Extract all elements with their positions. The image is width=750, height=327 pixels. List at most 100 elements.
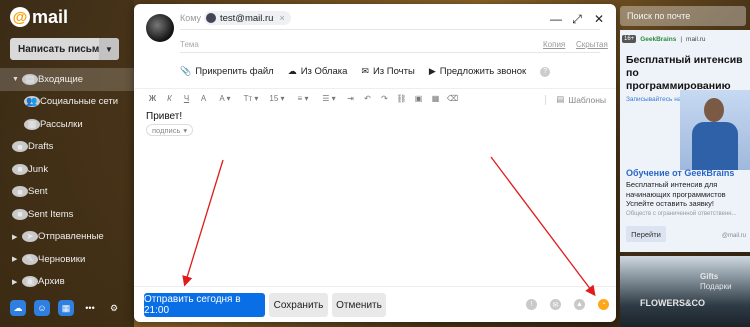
logo-text: mail: [32, 6, 69, 27]
read-receipt-icon[interactable]: ✉: [550, 299, 561, 310]
arrow-to-send-button: [182, 159, 224, 287]
undo-icon[interactable]: ↶: [359, 92, 376, 106]
align-icon[interactable]: ≡ ▾: [290, 92, 316, 106]
bold-icon[interactable]: Ж: [144, 92, 161, 106]
ad-banner[interactable]: 16+ GeekBrains | mail.ru Бесплатный инте…: [620, 30, 750, 252]
storefront-sign: Gifts: [700, 272, 719, 281]
compose-button[interactable]: Написать письмо ▼: [10, 38, 119, 60]
gear-icon[interactable]: ⚙: [106, 300, 122, 316]
signature-select[interactable]: подпись ▾: [146, 124, 194, 136]
save-label: Сохранить: [273, 299, 324, 311]
from-mail-label: Из Почты: [372, 66, 415, 77]
more-icon[interactable]: •••: [82, 300, 98, 316]
attach-file-button[interactable]: 📎 Прикрепить файл: [180, 66, 274, 77]
subject-field[interactable]: Тема: [180, 40, 199, 49]
chevron-right-icon[interactable]: ▶: [12, 255, 22, 263]
chevron-right-icon[interactable]: ▶: [12, 278, 22, 286]
chevron-right-icon[interactable]: ▶: [12, 233, 22, 241]
font-size-select[interactable]: 15 ▾: [264, 92, 290, 106]
invite-call-label: Предложить звонок: [439, 66, 527, 77]
divider-icon: |: [680, 35, 683, 43]
remove-recipient-icon[interactable]: ×: [279, 13, 284, 23]
mail-logo[interactable]: @ mail: [10, 6, 68, 28]
from-cloud-button[interactable]: ☁ Из Облака: [288, 66, 348, 77]
ad-header: 16+ GeekBrains | mail.ru: [620, 30, 750, 48]
message-body[interactable]: Привет!: [146, 111, 182, 122]
send-icon: ➤: [22, 231, 38, 243]
storefront-sign-ru: Подарки: [700, 282, 732, 291]
ad-text: Бесплатный интенсив для начинающих прогр…: [626, 180, 726, 208]
folder-drafts[interactable]: ▶ ✎ Черновики: [0, 248, 134, 271]
priority-icon[interactable]: !: [526, 299, 537, 310]
search-input[interactable]: Поиск по почте: [620, 6, 746, 26]
image-icon[interactable]: ▣: [410, 92, 427, 106]
attach-file-label: Прикрепить файл: [195, 66, 274, 77]
redo-icon[interactable]: ↷: [376, 92, 393, 106]
folder-icon: ■: [12, 141, 28, 153]
reminder-icon[interactable]: ▲: [574, 299, 585, 310]
mail-icon: ✉: [361, 66, 369, 76]
cc-link[interactable]: Копия: [543, 40, 565, 49]
search-placeholder: Поиск по почте: [627, 11, 691, 21]
recipient-email: test@mail.ru: [220, 12, 274, 24]
table-icon[interactable]: ▦: [427, 92, 444, 106]
attach-row: 📎 Прикрепить файл ☁ Из Облака ✉ Из Почты…: [180, 66, 551, 77]
bcc-link[interactable]: Скрытая: [576, 40, 608, 49]
text-color-icon[interactable]: A ▾: [212, 92, 238, 106]
storefront-name: FLOWERS&CO: [640, 298, 705, 308]
contacts-icon[interactable]: ☺: [34, 300, 50, 316]
mail-sidebar: @ mail Написать письмо ▼ ▼ ▤ Входящие 👥 …: [0, 0, 134, 327]
help-icon[interactable]: ?: [540, 66, 551, 77]
folder-newsletters[interactable]: ▦ Рассылки: [0, 113, 134, 136]
folder-social[interactable]: 👥 Социальные сети: [0, 91, 134, 114]
folder-sent[interactable]: ▶ ➤ Отправленные: [0, 226, 134, 249]
calendar-icon[interactable]: ▦: [58, 300, 74, 316]
minimize-icon[interactable]: —: [550, 12, 562, 27]
from-mail-button[interactable]: ✉ Из Почты: [361, 66, 414, 77]
ad-image-banner[interactable]: Gifts Подарки FLOWERS&CO: [620, 256, 750, 327]
to-field[interactable]: [180, 29, 600, 30]
folder-archive[interactable]: ▶ ▣ Архив: [0, 271, 134, 294]
archive-icon: ▣: [22, 276, 38, 288]
folder-sent-en[interactable]: ■ Sent: [0, 181, 134, 204]
to-label: Кому: [180, 13, 202, 23]
recipient-avatar: [206, 13, 216, 23]
folder-icon: ■: [12, 186, 28, 198]
recipient-chip[interactable]: test@mail.ru ×: [204, 11, 291, 25]
ad-go-button[interactable]: Перейти: [626, 226, 666, 242]
folder-icon: ■: [12, 208, 28, 220]
chevron-down-icon[interactable]: ▼: [12, 76, 22, 83]
underline-icon[interactable]: Ч: [178, 92, 195, 106]
link-icon[interactable]: ⛓: [393, 92, 410, 106]
folder-inbox[interactable]: ▼ ▤ Входящие: [0, 68, 134, 91]
templates-button[interactable]: ▤ Шаблоны: [545, 94, 606, 105]
chevron-down-icon: ▾: [183, 125, 188, 135]
ad-mark: @mail.ru: [721, 233, 746, 239]
folder-junk[interactable]: ■ Junk: [0, 158, 134, 181]
save-button[interactable]: Сохранить: [269, 293, 328, 317]
cloud-icon[interactable]: ☁: [10, 300, 26, 316]
invite-call-button[interactable]: ▶ Предложить звонок: [429, 66, 526, 77]
list-icon[interactable]: ☰ ▾: [316, 92, 342, 106]
folder-label: Архив: [38, 276, 65, 288]
ad-title: Бесплатный интенсив по программированию: [626, 54, 743, 92]
cancel-button[interactable]: Отменить: [332, 293, 386, 317]
folder-label: Черновики: [38, 253, 86, 265]
indent-icon[interactable]: ⇥: [342, 92, 359, 106]
text-style-icon[interactable]: A: [195, 92, 212, 106]
clock-icon[interactable]: ◔: [598, 299, 609, 310]
cancel-label: Отменить: [336, 299, 382, 311]
italic-icon[interactable]: К: [161, 92, 178, 106]
font-icon[interactable]: Tт ▾: [238, 92, 264, 106]
from-cloud-label: Из Облака: [300, 66, 348, 77]
font-size-value: 15: [269, 94, 279, 103]
folder-icon: ■: [12, 163, 28, 175]
clear-format-icon[interactable]: ⌫: [444, 92, 461, 106]
close-icon[interactable]: ✕: [594, 12, 604, 27]
chevron-down-icon[interactable]: ▼: [99, 38, 119, 60]
age-tag: 16+: [622, 35, 637, 43]
folder-drafts-en[interactable]: ■ Drafts: [0, 136, 134, 159]
folder-sent-items[interactable]: ■ Sent Items: [0, 203, 134, 226]
expand-icon[interactable]: ⤢: [572, 12, 582, 27]
send-scheduled-button[interactable]: Отправить сегодня в 21:00: [144, 293, 265, 317]
